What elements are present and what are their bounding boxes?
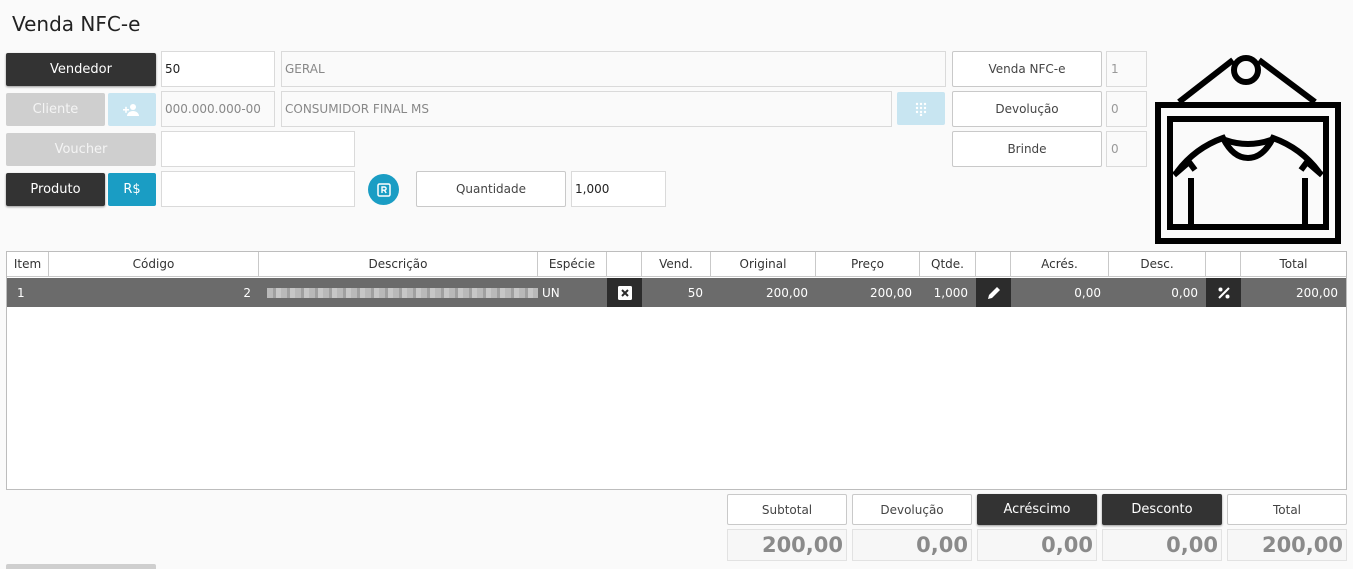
footer-button-partial[interactable] (6, 564, 156, 569)
add-client-button[interactable] (108, 93, 156, 126)
cell-qtde: 1,000 (933, 285, 968, 300)
add-user-icon (123, 103, 139, 116)
cell-vend: 50 (687, 285, 703, 300)
voucher-button[interactable]: Voucher (6, 133, 156, 166)
discount-item-button[interactable] (1206, 278, 1241, 307)
total-value: 200,00 (1227, 529, 1347, 561)
col-total[interactable]: Total (1241, 252, 1346, 277)
cell-item: 1 (17, 285, 25, 300)
quantidade-label: Quantidade (416, 171, 566, 207)
brinde-button[interactable]: Brinde (952, 131, 1102, 167)
cell-acres: 0,00 (1074, 285, 1101, 300)
cell-total: 200,00 (1296, 285, 1338, 300)
vendedor-name-field: GERAL (281, 51, 946, 87)
devolucao-total-label: Devolução (852, 494, 972, 525)
quantidade-field[interactable]: 1,000 (571, 171, 666, 207)
cliente-doc-field[interactable]: 000.000.000-00 (161, 91, 275, 127)
close-icon (617, 285, 632, 300)
r-badge-button[interactable] (368, 174, 399, 205)
col-especie[interactable]: Espécie (538, 252, 607, 277)
subtotal-label: Subtotal (727, 494, 847, 525)
total-label: Total (1227, 494, 1347, 525)
cell-original: 200,00 (766, 285, 808, 300)
col-descricao[interactable]: Descrição (259, 252, 538, 277)
table-row[interactable]: 1 2 UN 50 200,00 200,00 1,000 0,00 0,00 … (7, 278, 1346, 307)
col-codigo[interactable]: Código (49, 252, 259, 277)
venda-count: 1 (1106, 51, 1147, 87)
col-acres[interactable]: Acrés. (1011, 252, 1109, 277)
acrescimo-button[interactable]: Acréscimo (977, 494, 1097, 525)
keypad-button[interactable] (897, 92, 945, 125)
cliente-button[interactable]: Cliente (6, 93, 105, 126)
devolucao-button[interactable]: Devolução (952, 91, 1102, 127)
col-remove (607, 252, 642, 277)
cell-desc: 0,00 (1171, 285, 1198, 300)
produto-button[interactable]: Produto (6, 173, 105, 206)
col-preco[interactable]: Preço (816, 252, 920, 277)
devolucao-total-value: 0,00 (852, 529, 972, 561)
cell-especie: UN (542, 285, 560, 300)
brinde-count: 0 (1106, 131, 1147, 167)
shirt-store-logo (1155, 55, 1341, 244)
col-item[interactable]: Item (7, 252, 49, 277)
col-vend[interactable]: Vend. (642, 252, 711, 277)
col-edit (976, 252, 1011, 277)
remove-item-button[interactable] (607, 278, 642, 307)
edit-item-button[interactable] (976, 278, 1011, 307)
devolucao-count: 0 (1106, 91, 1147, 127)
desconto-button[interactable]: Desconto (1102, 494, 1222, 525)
vendedor-button[interactable]: Vendedor (6, 53, 156, 86)
cell-preco: 200,00 (870, 285, 912, 300)
keypad-icon (915, 102, 927, 116)
cell-descricao (259, 278, 538, 307)
vendedor-code-field[interactable]: 50 (161, 51, 275, 87)
price-button[interactable]: R$ (108, 173, 156, 206)
subtotal-value: 200,00 (727, 529, 847, 561)
acrescimo-value: 0,00 (977, 529, 1097, 561)
blurred-description (267, 287, 538, 298)
produto-field[interactable] (161, 171, 355, 207)
col-percent (1206, 252, 1241, 277)
r-badge-icon (376, 182, 391, 197)
col-desc[interactable]: Desc. (1109, 252, 1206, 277)
cliente-name-field: CONSUMIDOR FINAL MS (281, 91, 892, 127)
venda-nfce-button[interactable]: Venda NFC-e (952, 51, 1102, 87)
pencil-icon (987, 286, 1000, 299)
desconto-value: 0,00 (1102, 529, 1222, 561)
percent-icon (1217, 286, 1230, 299)
col-original[interactable]: Original (711, 252, 816, 277)
cell-codigo: 2 (243, 285, 251, 300)
col-qtde[interactable]: Qtde. (920, 252, 976, 277)
page-title: Venda NFC-e (12, 12, 141, 36)
voucher-field[interactable] (161, 131, 355, 167)
items-table: Item Código Descrição Espécie Vend. Orig… (6, 251, 1347, 490)
